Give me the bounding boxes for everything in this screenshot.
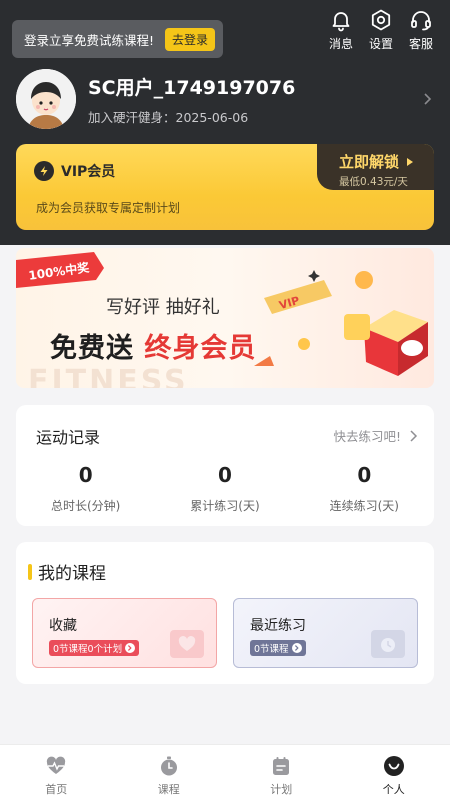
favorites-card[interactable]: 收藏 0节课程0个计划: [32, 598, 217, 668]
my-courses-card: 我的课程 收藏 0节课程0个计划 最近练习 0节课程: [16, 542, 434, 684]
stat-total-days: 0 累计练习(天): [155, 463, 294, 514]
tab-label: 课程: [157, 783, 180, 796]
support-button[interactable]: 客服: [408, 8, 434, 52]
section-accent-bar: [28, 564, 32, 580]
records-title: 运动记录: [36, 428, 101, 447]
favorites-tag-text: 0节课程0个计划: [53, 644, 123, 655]
stopwatch-icon: [160, 756, 177, 776]
heart-folder-icon: [170, 630, 204, 658]
lightning-icon: [34, 161, 54, 181]
exercise-records-card: 运动记录 快去练习吧! 0 总时长(分钟) 0 累计练习(天) 0 连续练习(天…: [16, 405, 434, 526]
stat-label: 累计练习(天): [190, 499, 260, 513]
clock-folder-icon: [371, 630, 405, 658]
unlock-label: 立即解锁: [339, 153, 400, 171]
person-icon: [383, 756, 404, 776]
avatar[interactable]: [16, 69, 76, 129]
recent-tag: 0节课程: [250, 640, 306, 656]
stat-value: 0: [78, 463, 93, 487]
bell-icon: [332, 12, 350, 32]
stat-streak-days: 0 连续练习(天): [295, 463, 434, 514]
vip-card[interactable]: VIP会员 成为会员获取专属定制计划 立即解锁 最低0.43元/天: [16, 144, 434, 230]
profile-name: SC用户_1749197076: [88, 76, 296, 99]
profile-info: SC用户_1749197076 加入硬汗健身：2025-06-06: [88, 73, 420, 126]
favorites-tag: 0节课程0个计划: [49, 640, 140, 656]
stat-label: 连续练习(天): [329, 499, 399, 513]
chevron-right-icon: [424, 93, 432, 105]
stat-label: 总时长(分钟): [50, 499, 121, 513]
gear-icon: [371, 9, 391, 31]
tab-label: 个人: [382, 783, 405, 796]
tab-plan[interactable]: 计划: [225, 745, 338, 800]
vip-unlock-button[interactable]: 立即解锁 最低0.43元/天: [317, 144, 434, 190]
stat-value: 0: [357, 463, 372, 487]
ribbon-badge: 100%中奖: [16, 252, 104, 288]
recent-title: 最近练习: [250, 618, 306, 634]
settings-label: 设置: [368, 37, 393, 51]
tab-courses[interactable]: 课程: [113, 745, 226, 800]
records-link[interactable]: 快去练习吧!: [333, 426, 418, 445]
stat-value: 0: [218, 463, 232, 487]
vip-title: VIP会员: [34, 161, 115, 181]
promo-banner[interactable]: FITNESS 100%中奖 写好评 抽好礼 免费送 终身会员 VIP: [16, 248, 434, 388]
login-button[interactable]: 去登录: [164, 27, 215, 51]
messages-label: 消息: [328, 37, 353, 51]
support-label: 客服: [408, 37, 433, 51]
top-actions: 消息 设置 客服: [328, 8, 434, 52]
banner-watermark: FITNESS: [28, 364, 189, 388]
recent-tag-text: 0节课程: [254, 644, 289, 655]
tab-label: 计划: [270, 783, 293, 796]
stat-total-duration: 0 总时长(分钟): [16, 463, 155, 514]
gift-box-illustration: VIP: [254, 270, 428, 376]
recent-practice-card[interactable]: 最近练习 0节课程: [233, 598, 418, 668]
tab-label: 首页: [45, 783, 68, 796]
vip-description: 成为会员获取专属定制计划: [36, 201, 181, 215]
profile-join-date: 加入硬汗健身：2025-06-06: [88, 109, 249, 125]
records-link-text: 快去练习吧!: [333, 429, 401, 444]
banner-subtitle: 写好评 抽好礼: [106, 297, 220, 318]
profile-header: 登录立享免费试练课程! 去登录 消息 设置 客服 SC用户_1749197076…: [0, 0, 450, 245]
arrow-right-icon: [125, 643, 136, 653]
tab-profile[interactable]: 个人: [338, 745, 450, 800]
headset-icon: [411, 11, 431, 31]
unlock-label-row: 立即解锁: [339, 151, 434, 172]
favorites-title: 收藏: [49, 618, 77, 634]
unlock-price: 最低0.43元/天: [339, 176, 408, 188]
tab-home[interactable]: 首页: [0, 745, 113, 800]
heartbeat-icon: [47, 756, 66, 774]
banner-headline-b: 终身会员: [144, 333, 257, 364]
records-stats: 0 总时长(分钟) 0 累计练习(天) 0 连续练习(天): [16, 463, 434, 514]
avatar-illustration: [16, 69, 76, 129]
calendar-icon: [273, 757, 290, 775]
vip-title-text: VIP会员: [61, 164, 116, 180]
banner-headline-a: 免费送: [50, 333, 134, 364]
messages-button[interactable]: 消息: [328, 8, 354, 52]
profile-row[interactable]: SC用户_1749197076 加入硬汗健身：2025-06-06: [16, 68, 434, 130]
play-arrow-icon: [407, 157, 414, 166]
settings-button[interactable]: 设置: [368, 8, 394, 52]
login-tip[interactable]: 登录立享免费试练课程! 去登录: [12, 20, 223, 58]
bottom-tab-bar: 首页 课程 计划 个人: [0, 744, 450, 800]
login-tip-text: 登录立享免费试练课程!: [24, 32, 155, 48]
chevron-right-icon: [410, 429, 418, 442]
banner-headline: 免费送 终身会员: [50, 326, 256, 365]
arrow-right-icon: [291, 643, 302, 653]
courses-title: 我的课程: [38, 564, 106, 584]
